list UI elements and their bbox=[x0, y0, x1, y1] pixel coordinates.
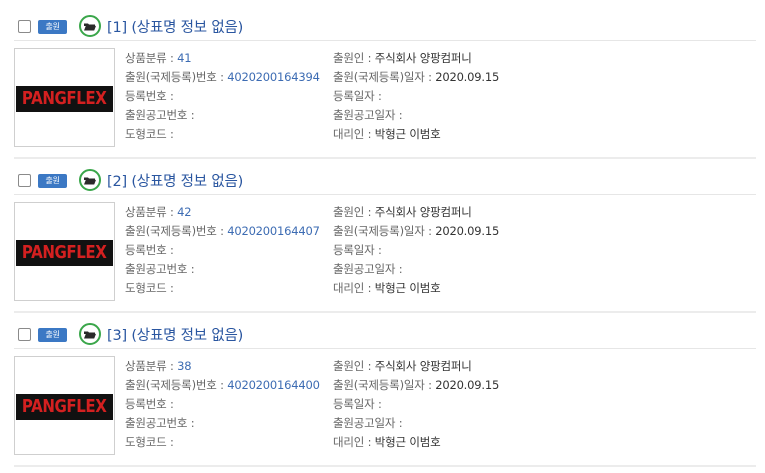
applicant-field: 출원인 : 주식회사 양팡컴퍼니 bbox=[333, 205, 472, 219]
publication-number-field: 출원공고번호 : bbox=[125, 416, 195, 430]
registration-date-field: 등록일자 : bbox=[333, 397, 382, 411]
trademark-image[interactable]: PANGFLEX bbox=[14, 356, 115, 455]
registration-number-field: 등록번호 : bbox=[125, 397, 174, 411]
trademark-title-link[interactable]: [2] (상표명 정보 없음) bbox=[107, 170, 243, 191]
design-code-field: 도형코드 : bbox=[125, 127, 174, 141]
status-badge: 출원 bbox=[38, 328, 67, 342]
publication-date-field: 출원공고일자 : bbox=[333, 416, 403, 430]
select-checkbox[interactable] bbox=[18, 328, 31, 341]
trademark-image[interactable]: PANGFLEX bbox=[14, 202, 115, 301]
publication-number-field: 출원공고번호 : bbox=[125, 262, 195, 276]
registration-number-field: 등록번호 : bbox=[125, 89, 174, 103]
application-number-field: 출원(국제등록)번호 : 4020200164407 bbox=[125, 224, 320, 238]
product-class-field: 상품분류 : 42 bbox=[125, 205, 192, 219]
application-date-field: 출원(국제등록)일자 : 2020.09.15 bbox=[333, 70, 500, 84]
divider bbox=[14, 194, 756, 195]
open-folder-icon[interactable] bbox=[79, 15, 101, 37]
product-class-field: 상품분류 : 41 bbox=[125, 51, 192, 65]
result-header: 출원 [3] (상표명 정보 없음) bbox=[0, 323, 755, 347]
registration-number-field: 등록번호 : bbox=[125, 243, 174, 257]
application-date-field: 출원(국제등록)일자 : 2020.09.15 bbox=[333, 224, 500, 238]
application-number-field: 출원(국제등록)번호 : 4020200164400 bbox=[125, 378, 320, 392]
registration-date-field: 등록일자 : bbox=[333, 243, 382, 257]
trademark-title-link[interactable]: [1] (상표명 정보 없음) bbox=[107, 16, 243, 37]
select-checkbox[interactable] bbox=[18, 174, 31, 187]
divider bbox=[14, 157, 756, 159]
divider bbox=[14, 311, 756, 313]
select-checkbox[interactable] bbox=[18, 20, 31, 33]
product-class-field: 상품분류 : 38 bbox=[125, 359, 192, 373]
trademark-title-link[interactable]: [3] (상표명 정보 없음) bbox=[107, 324, 243, 345]
publication-date-field: 출원공고일자 : bbox=[333, 262, 403, 276]
application-date-field: 출원(국제등록)일자 : 2020.09.15 bbox=[333, 378, 500, 392]
agent-field: 대리인 : 박형근 이범호 bbox=[333, 281, 441, 295]
registration-date-field: 등록일자 : bbox=[333, 89, 382, 103]
open-folder-icon[interactable] bbox=[79, 323, 101, 345]
pangflex-logo: PANGFLEX bbox=[16, 394, 113, 420]
divider bbox=[14, 348, 756, 349]
agent-field: 대리인 : 박형근 이범호 bbox=[333, 435, 441, 449]
pangflex-logo: PANGFLEX bbox=[16, 86, 113, 112]
divider bbox=[14, 40, 756, 41]
publication-date-field: 출원공고일자 : bbox=[333, 108, 403, 122]
open-folder-icon[interactable] bbox=[79, 169, 101, 191]
design-code-field: 도형코드 : bbox=[125, 435, 174, 449]
publication-number-field: 출원공고번호 : bbox=[125, 108, 195, 122]
applicant-field: 출원인 : 주식회사 양팡컴퍼니 bbox=[333, 359, 472, 373]
result-header: 출원 [2] (상표명 정보 없음) bbox=[0, 169, 755, 193]
status-badge: 출원 bbox=[38, 20, 67, 34]
result-header: 출원 [1] (상표명 정보 없음) bbox=[0, 15, 755, 39]
pangflex-logo: PANGFLEX bbox=[16, 240, 113, 266]
agent-field: 대리인 : 박형근 이범호 bbox=[333, 127, 441, 141]
applicant-field: 출원인 : 주식회사 양팡컴퍼니 bbox=[333, 51, 472, 65]
design-code-field: 도형코드 : bbox=[125, 281, 174, 295]
application-number-field: 출원(국제등록)번호 : 4020200164394 bbox=[125, 70, 320, 84]
status-badge: 출원 bbox=[38, 174, 67, 188]
divider bbox=[14, 465, 756, 467]
trademark-image[interactable]: PANGFLEX bbox=[14, 48, 115, 147]
